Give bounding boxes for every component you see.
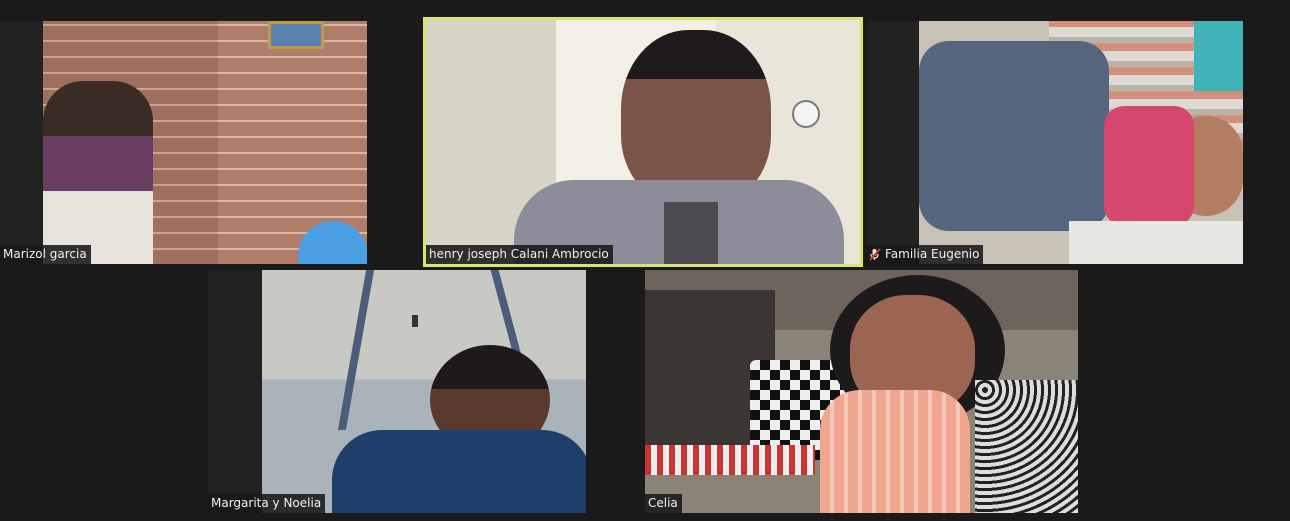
pink-scarf [820, 390, 970, 513]
pink-sleeve [1104, 106, 1194, 226]
patterned-blouse [975, 380, 1078, 513]
person-silhouette [43, 81, 153, 264]
participant-name: henry joseph Calani Ambrocio [429, 247, 609, 261]
person-body [332, 430, 586, 513]
microphone-muted-icon [869, 247, 881, 261]
participant-tile-celia[interactable]: Celia [645, 270, 1078, 513]
wall-clock [792, 100, 820, 128]
participant-tile-marizol[interactable]: Marizol garcia [0, 21, 367, 264]
person-head [621, 30, 771, 205]
paper-sheet [1069, 221, 1243, 264]
video-feed [919, 21, 1243, 264]
participant-name-label: henry joseph Calani Ambrocio [426, 245, 613, 264]
participant-name-label: Familia Eugenio [866, 245, 984, 264]
ceiling-beam-left [337, 270, 375, 430]
person-sweater [919, 41, 1109, 231]
person-tie [664, 202, 718, 264]
window-frame [268, 21, 324, 49]
video-feed [645, 270, 1078, 513]
video-feed [43, 21, 367, 264]
participant-name-label: Margarita y Noelia [208, 494, 326, 513]
participant-name: Celia [648, 496, 678, 510]
video-feed [262, 270, 586, 513]
light-bulb [412, 315, 418, 327]
participant-name: Marizol garcia [3, 247, 87, 261]
participant-name-label: Marizol garcia [0, 245, 91, 264]
window [1194, 21, 1243, 91]
video-feed [426, 20, 860, 264]
participant-tile-henry[interactable]: henry joseph Calani Ambrocio [423, 17, 863, 267]
participant-name-label: Celia [645, 494, 682, 513]
participant-tile-familia-eugenio[interactable]: Familia Eugenio [866, 21, 1243, 264]
table-cloth [645, 445, 815, 475]
participant-tile-margarita-noelia[interactable]: Margarita y Noelia [208, 270, 586, 513]
participant-name: Margarita y Noelia [211, 496, 322, 510]
participant-name: Familia Eugenio [885, 247, 980, 261]
